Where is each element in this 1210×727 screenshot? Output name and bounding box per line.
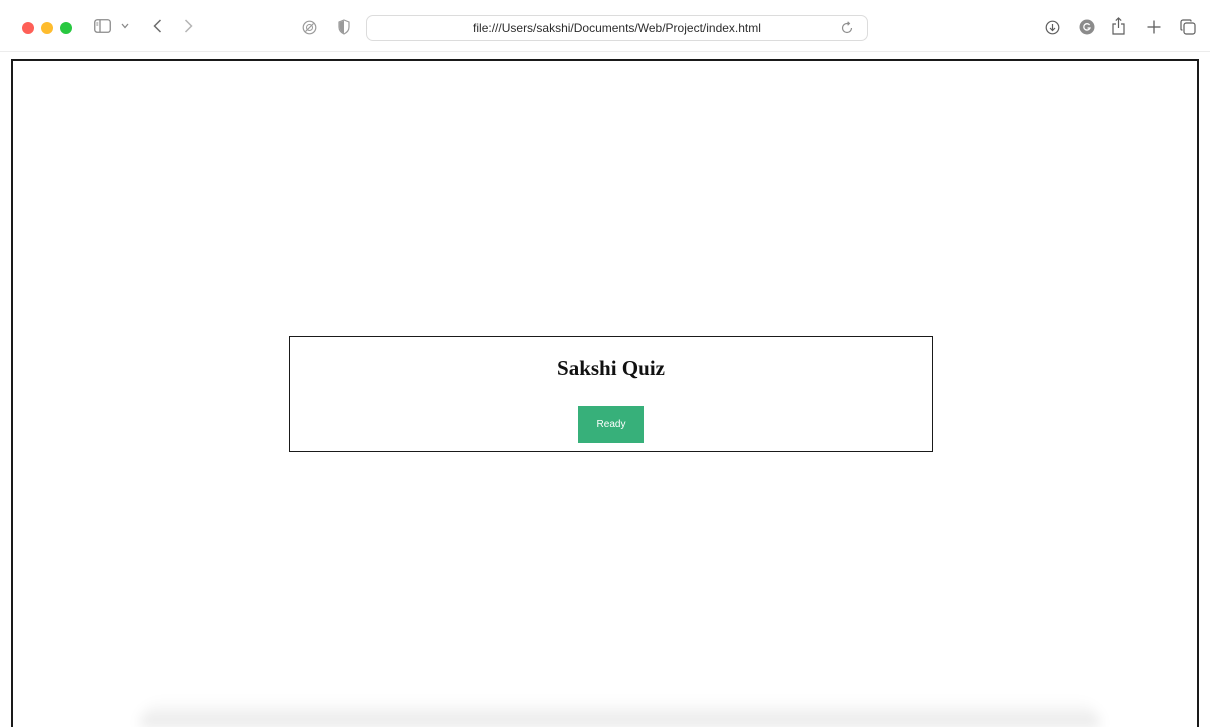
shield-icon[interactable] <box>338 19 350 35</box>
minimize-window-button[interactable] <box>41 22 53 34</box>
reload-icon[interactable] <box>841 21 853 39</box>
chevron-down-icon[interactable] <box>121 23 129 29</box>
plus-icon[interactable] <box>1147 20 1161 34</box>
sidebar-icon[interactable] <box>94 19 111 33</box>
dock-shadow <box>140 700 1100 727</box>
address-bar[interactable]: file:///Users/sakshi/Documents/Web/Proje… <box>366 15 868 41</box>
privacy-report-icon[interactable] <box>302 20 317 35</box>
address-bar-url: file:///Users/sakshi/Documents/Web/Proje… <box>473 21 761 35</box>
chevron-left-icon[interactable] <box>153 19 162 33</box>
page-viewport: Sakshi Quiz Ready <box>11 59 1199 727</box>
browser-window: file:///Users/sakshi/Documents/Web/Proje… <box>0 0 1210 727</box>
tab-overview-icon[interactable] <box>1180 19 1196 35</box>
share-icon[interactable] <box>1112 17 1125 35</box>
chevron-right-icon[interactable] <box>184 19 193 33</box>
quiz-title: Sakshi Quiz <box>557 356 665 380</box>
ready-button[interactable]: Ready <box>578 406 644 443</box>
browser-toolbar: file:///Users/sakshi/Documents/Web/Proje… <box>0 0 1210 52</box>
download-icon[interactable] <box>1045 20 1060 35</box>
quiz-container: Sakshi Quiz Ready <box>289 336 933 452</box>
maximize-window-button[interactable] <box>60 22 72 34</box>
extension-icon[interactable] <box>1079 19 1095 35</box>
close-window-button[interactable] <box>22 22 34 34</box>
